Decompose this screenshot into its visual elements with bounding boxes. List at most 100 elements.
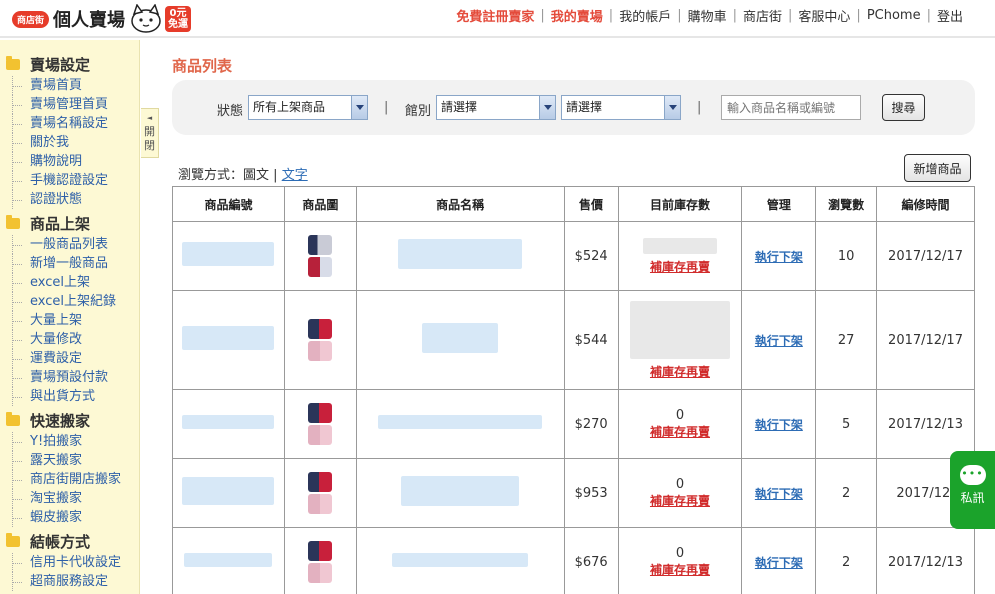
restock-link[interactable]: 補庫存再賣 <box>650 365 710 379</box>
sidebar-item-phone-verify[interactable]: 手機認證設定 <box>0 171 139 190</box>
sidebar-item-bulk-edit[interactable]: 大量修改 <box>0 330 139 349</box>
product-id-cell <box>172 389 285 459</box>
col-header-price[interactable]: 售價 <box>563 186 619 222</box>
product-thumbnail[interactable] <box>307 319 333 361</box>
sidebar-item-excel-upload[interactable]: excel上架 <box>0 273 139 292</box>
sidebar: 賣場設定 賣場首頁 賣場管理首頁 賣場名稱設定 關於我 購物說明 手機認證設定 … <box>0 40 140 594</box>
nav-cart[interactable]: 購物車 <box>682 6 733 25</box>
col-header-product-name[interactable]: 商品名稱 <box>355 186 565 222</box>
views-cell: 5 <box>815 389 878 459</box>
product-image-cell[interactable] <box>283 389 357 459</box>
product-name-cell[interactable] <box>355 290 565 390</box>
sidebar-section-checkout: 結帳方式 <box>0 529 139 553</box>
view-mode-label: 瀏覽方式：圖文 <box>178 168 270 183</box>
product-thumbnail[interactable] <box>307 403 333 445</box>
sidebar-item-storestreet-move[interactable]: 商店街開店搬家 <box>0 470 139 489</box>
product-image-cell[interactable] <box>283 290 357 390</box>
product-name-cell[interactable] <box>355 221 565 291</box>
sidebar-item-shipping-method[interactable]: 與出貨方式 <box>0 387 139 406</box>
sidebar-collapse-toggle[interactable]: ◄ 開 閉 <box>141 108 159 158</box>
edit-time-cell: 2017/12/13 <box>876 527 975 594</box>
nav-customer-service[interactable]: 客服中心 <box>792 6 856 25</box>
product-thumbnail[interactable] <box>307 235 333 277</box>
category-label: 館別 <box>405 104 432 119</box>
product-name-cell[interactable] <box>355 458 565 528</box>
delist-link[interactable]: 執行下架 <box>755 556 803 570</box>
sidebar-item-product-list[interactable]: 一般商品列表 <box>0 235 139 254</box>
search-input[interactable] <box>721 95 861 120</box>
manage-cell: 執行下架 <box>741 458 817 528</box>
sidebar-item-bulk-upload[interactable]: 大量上架 <box>0 311 139 330</box>
price-cell: $524 <box>563 221 619 291</box>
sidebar-item-store-name[interactable]: 賣場名稱設定 <box>0 114 139 133</box>
nav-register-seller[interactable]: 免費註冊賣家 <box>450 6 540 25</box>
col-header-product-image: 商品圖 <box>283 186 357 222</box>
redacted-product-id <box>182 477 275 505</box>
sidebar-item-about-me[interactable]: 關於我 <box>0 133 139 152</box>
collapse-label: 開 <box>144 125 155 138</box>
restock-link[interactable]: 補庫存再賣 <box>650 494 710 508</box>
product-image-cell[interactable] <box>283 458 357 528</box>
product-image-cell[interactable] <box>283 527 357 594</box>
col-header-views[interactable]: 瀏覽數 <box>815 186 878 222</box>
restock-link[interactable]: 補庫存再賣 <box>650 260 710 274</box>
nav-pchome[interactable]: PChome <box>861 8 927 23</box>
sidebar-item-add-product[interactable]: 新增一般商品 <box>0 254 139 273</box>
view-mode-text-link[interactable]: 文字 <box>282 168 308 183</box>
sidebar-item-credit-card[interactable]: 信用卡代收設定 <box>0 553 139 572</box>
page-title: 商品列表 <box>172 57 233 75</box>
sidebar-item-store-home[interactable]: 賣場首頁 <box>0 76 139 95</box>
search-button[interactable]: 搜尋 <box>882 94 925 121</box>
sidebar-item-cvs-service[interactable]: 超商服務設定 <box>0 572 139 591</box>
sidebar-item-shipping-fee[interactable]: 運費設定 <box>0 349 139 368</box>
subcategory-select[interactable]: 請選擇 <box>561 95 681 120</box>
delist-link[interactable]: 執行下架 <box>755 250 803 264</box>
sidebar-item-yahoo-move[interactable]: Y!拍搬家 <box>0 432 139 451</box>
delist-link[interactable]: 執行下架 <box>755 418 803 432</box>
status-select[interactable]: 所有上架商品 <box>248 95 368 120</box>
col-header-stock[interactable]: 目前庫存數 <box>617 186 743 222</box>
nav-logout[interactable]: 登出 <box>931 6 969 25</box>
manage-cell: 執行下架 <box>741 389 817 459</box>
product-name-cell[interactable] <box>355 527 565 594</box>
product-image-cell[interactable] <box>283 221 357 291</box>
sidebar-item-shopee-move[interactable]: 蝦皮搬家 <box>0 508 139 527</box>
nav-my-account[interactable]: 我的帳戶 <box>613 6 677 25</box>
view-mode: 瀏覽方式：圖文 | 文字 <box>178 164 308 183</box>
col-header-edit-time[interactable]: 編修時間 <box>876 186 975 222</box>
sidebar-item-shopping-info[interactable]: 購物說明 <box>0 152 139 171</box>
logo-badge: 商店街 <box>12 10 50 28</box>
sidebar-item-ruten-move[interactable]: 露天搬家 <box>0 451 139 470</box>
sidebar-item-verify-status[interactable]: 認證狀態 <box>0 190 139 209</box>
nav-my-store[interactable]: 我的賣場 <box>545 6 609 25</box>
product-name-cell[interactable] <box>355 389 565 459</box>
delist-link[interactable]: 執行下架 <box>755 334 803 348</box>
product-thumbnail[interactable] <box>307 472 333 514</box>
add-product-button[interactable]: 新增商品 <box>904 154 971 182</box>
chat-label: 私訊 <box>960 491 985 505</box>
sidebar-item-taobao-move[interactable]: 淘宝搬家 <box>0 489 139 508</box>
views-cell: 2 <box>815 458 878 528</box>
table-row: $953 0 補庫存再賣 執行下架 2 2017/12/ <box>172 458 975 528</box>
nav-store-street[interactable]: 商店街 <box>737 6 788 25</box>
restock-link[interactable]: 補庫存再賣 <box>650 425 710 439</box>
sidebar-item-store-admin-home[interactable]: 賣場管理首頁 <box>0 95 139 114</box>
redacted-product-name <box>392 553 529 567</box>
sidebar-section-title: 快速搬家 <box>30 411 91 430</box>
cat-mascot-icon <box>131 4 161 33</box>
sidebar-item-excel-log[interactable]: excel上架紀錄 <box>0 292 139 311</box>
category-select[interactable]: 請選擇 <box>436 95 556 120</box>
product-thumbnail[interactable] <box>307 541 333 583</box>
delist-link[interactable]: 執行下架 <box>755 487 803 501</box>
site-logo[interactable]: 商店街 個人賣場 0元 免運 <box>12 2 192 36</box>
chat-bubble-icon <box>959 465 986 485</box>
price-cell: $544 <box>563 290 619 390</box>
redacted-product-name <box>422 323 499 353</box>
col-header-product-id[interactable]: 商品編號 <box>172 186 285 222</box>
restock-link[interactable]: 補庫存再賣 <box>650 563 710 577</box>
sidebar-item-default-payment[interactable]: 賣場預設付款 <box>0 368 139 387</box>
chevron-down-icon <box>664 96 680 119</box>
folder-icon <box>6 214 20 229</box>
free-shipping-bottom: 免運 <box>168 19 189 30</box>
private-message-widget[interactable]: 私訊 <box>950 451 995 529</box>
